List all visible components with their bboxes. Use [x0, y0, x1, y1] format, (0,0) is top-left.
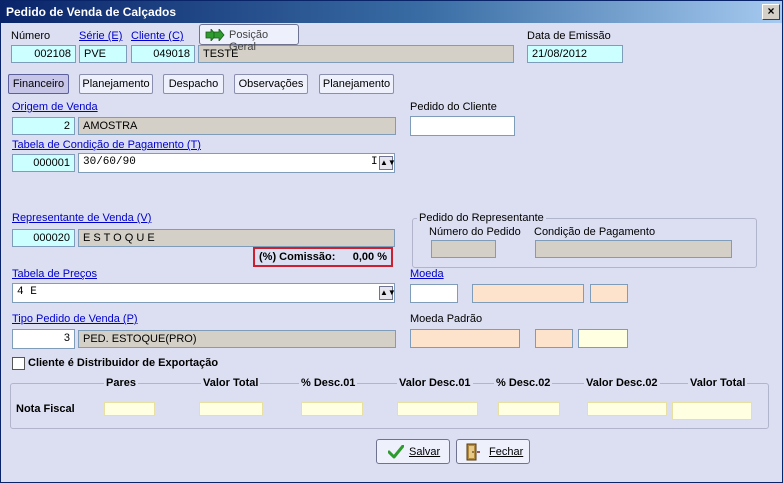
cliente-label[interactable]: Cliente (C) — [131, 30, 184, 42]
moeda-label[interactable]: Moeda — [410, 268, 444, 280]
col-desc-01: % Desc.01 — [299, 377, 358, 389]
nota-pares-field — [104, 402, 155, 416]
col-valor-desc-01: Valor Desc.01 — [397, 377, 473, 389]
moeda-padrao-field — [410, 329, 520, 348]
moeda-padrao-extra-field — [535, 329, 573, 348]
tipo-pedido-label[interactable]: Tipo Pedido de Venda (P) — [12, 313, 138, 325]
numero-pedido-label: Número do Pedido — [429, 226, 521, 238]
condicao-code-field[interactable]: 000001 — [12, 154, 75, 172]
tab-planejamento[interactable]: Planejamento — [79, 74, 153, 94]
salvar-label: Salvar — [409, 446, 441, 458]
precos-spin-icon[interactable]: ▲▼ — [379, 286, 396, 300]
exportacao-checkbox[interactable] — [12, 357, 25, 370]
origem-label[interactable]: Origem de Venda — [12, 101, 98, 113]
serie-field[interactable]: PVE — [79, 45, 127, 63]
origem-name-field: AMOSTRA — [78, 117, 396, 135]
moeda-padrao-label: Moeda Padrão — [410, 313, 483, 325]
representante-name-field: E S T O Q U E — [78, 229, 395, 247]
tab-despacho[interactable]: Despacho — [163, 74, 224, 94]
col-valor-total: Valor Total — [201, 377, 261, 389]
condicao-value: 30/60/90 — [83, 156, 136, 168]
condicao-spin-icon[interactable]: ▲▼ — [379, 156, 396, 170]
condicao-pagamento-label: Condição de Pagamento — [534, 226, 656, 238]
nota-desc02-field — [498, 402, 560, 416]
close-button[interactable]: × — [762, 4, 780, 20]
title-bar: Pedido de Venda de Calçados × — [1, 1, 782, 23]
tab-financeiro[interactable]: Financeiro — [8, 74, 69, 94]
green-double-arrow-icon — [205, 29, 225, 41]
cliente-code-field[interactable]: 049018 — [131, 45, 195, 63]
numero-field[interactable]: 002108 — [11, 45, 76, 63]
comissao-box: (%) Comissão: 0,00 % — [253, 247, 393, 267]
moeda-extra-field — [590, 284, 628, 303]
origem-code-field[interactable]: 2 — [12, 117, 75, 135]
data-emissao-label: Data de Emissão — [527, 30, 611, 42]
nota-fiscal-label: Nota Fiscal — [16, 403, 75, 415]
tipo-pedido-name-field: PED. ESTOQUE(PRO) — [78, 330, 396, 348]
pedido-cliente-label: Pedido do Cliente — [410, 101, 497, 113]
nota-valor-desc01-field — [397, 402, 478, 416]
data-emissao-field[interactable]: 21/08/2012 — [527, 45, 623, 63]
serie-label[interactable]: Série (E) — [79, 30, 122, 42]
nota-valor-total-2-field — [672, 402, 752, 420]
col-valor-total-2: Valor Total — [688, 377, 748, 389]
posicao-geral-label: Posição Geral — [229, 29, 269, 53]
moeda-field[interactable] — [410, 284, 458, 303]
nota-valor-desc02-field — [587, 402, 667, 416]
door-exit-icon — [466, 443, 480, 461]
col-valor-desc-02: Valor Desc.02 — [584, 377, 660, 389]
numero-label: Número — [11, 30, 51, 42]
exportacao-label: Cliente é Distribuidor de Exportação — [28, 357, 219, 369]
moeda-padrao-rate-field — [578, 329, 628, 348]
col-desc-02: % Desc.02 — [494, 377, 553, 389]
nota-desc01-field — [301, 402, 363, 416]
col-pares: Pares — [104, 377, 138, 389]
salvar-button[interactable]: Salvar — [376, 439, 450, 464]
window-title: Pedido de Venda de Calçados — [6, 5, 177, 19]
fechar-label: Fechar — [489, 446, 524, 458]
condicao-suffix: I — [371, 156, 378, 168]
representante-code-field[interactable]: 000020 — [12, 229, 75, 247]
condicao-select[interactable]: 30/60/90 I — [78, 153, 395, 173]
tabela-precos-select[interactable]: 4 E — [12, 283, 395, 303]
comissao-label: (%) Comissão: — [259, 251, 336, 263]
nota-valor-total-field — [199, 402, 263, 416]
pedido-cliente-field[interactable] — [410, 116, 515, 136]
pedido-representante-title: Pedido do Representante — [417, 212, 546, 224]
numero-pedido-field — [431, 240, 496, 258]
moeda-desc-field — [472, 284, 584, 303]
tab-observacoes[interactable]: Observações — [234, 74, 308, 94]
fechar-button[interactable]: Fechar — [456, 439, 530, 464]
condicao-label[interactable]: Tabela de Condição de Pagamento (T) — [12, 139, 201, 151]
condicao-pagamento-field — [535, 240, 732, 258]
main-window: Pedido de Venda de Calçados × Número 002… — [0, 0, 783, 483]
tab-planejamento-2[interactable]: Planejamento — [319, 74, 394, 94]
tabela-precos-label[interactable]: Tabela de Preços — [12, 268, 97, 280]
representante-label[interactable]: Representante de Venda (V) — [12, 212, 151, 224]
tipo-pedido-code-field[interactable]: 3 — [12, 329, 75, 349]
check-icon — [388, 445, 404, 459]
posicao-geral-button[interactable]: Posição Geral — [199, 24, 299, 53]
comissao-value: 0,00 % — [352, 251, 387, 263]
